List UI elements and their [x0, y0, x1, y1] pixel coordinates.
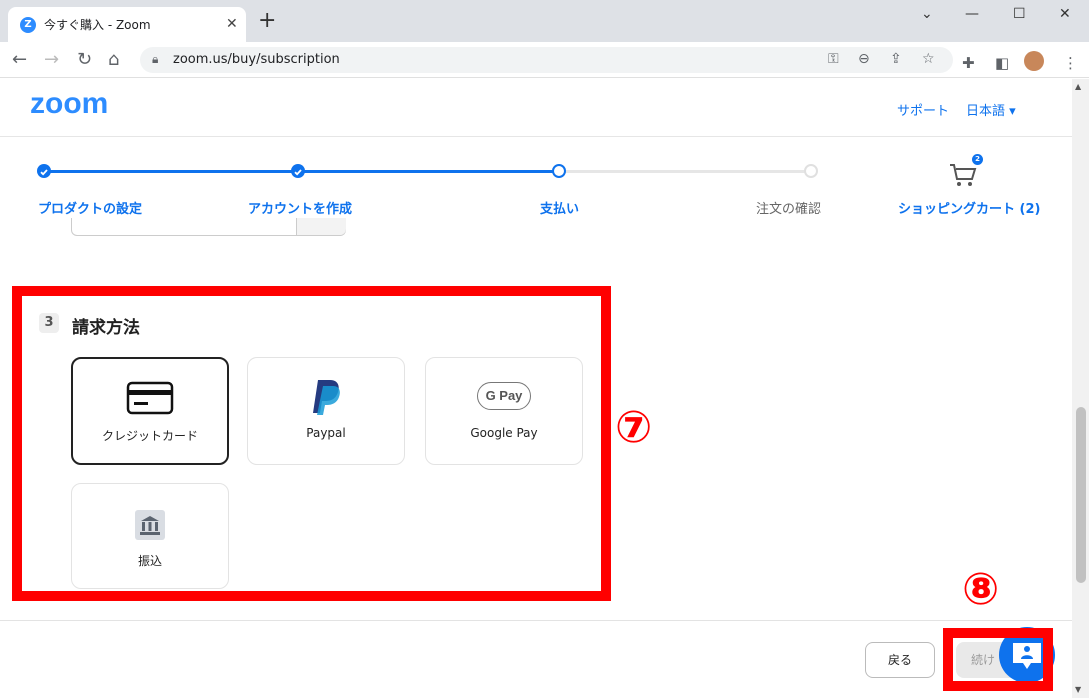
cart-count-badge: 2	[972, 154, 983, 165]
url-text[interactable]: zoom.us/buy/subscription	[173, 52, 340, 67]
shopping-cart-link[interactable]: ショッピングカート (2)	[898, 198, 1040, 217]
annotation-number-seven: ⑦	[615, 402, 653, 453]
stepper-remaining-line	[559, 170, 811, 173]
step-label-review: 注文の確認	[756, 202, 822, 217]
support-link[interactable]: サポート	[897, 100, 949, 119]
tab-close-icon[interactable]: ✕	[226, 16, 238, 32]
step-dot-done	[291, 164, 305, 178]
browser-tab[interactable]: Z 今すぐ購入 - Zoom ✕	[8, 7, 246, 42]
lock-icon: 🔒︎	[152, 52, 159, 66]
step-dot-pending	[804, 164, 818, 178]
home-icon[interactable]: ⌂	[108, 49, 119, 70]
profile-avatar[interactable]	[1024, 51, 1044, 71]
reload-icon[interactable]: ↻	[77, 49, 92, 70]
scrollbar-thumb[interactable]	[1076, 407, 1086, 583]
extensions-puzzle-icon[interactable]: ✚	[962, 54, 975, 72]
page-scrollbar[interactable]: ▲ ▼	[1072, 79, 1089, 698]
step-label-payment: 支払い	[540, 202, 580, 217]
annotation-highlight-box	[943, 628, 1053, 691]
zoom-magnifier-icon[interactable]: ⊖	[858, 51, 870, 67]
forward-arrow-icon[interactable]: →	[44, 49, 59, 70]
scroll-up-icon[interactable]: ▲	[1075, 82, 1081, 91]
shopping-cart-icon[interactable]	[948, 161, 978, 189]
annotation-highlight-box	[12, 286, 611, 601]
scroll-down-icon[interactable]: ▼	[1075, 685, 1081, 694]
side-panel-icon[interactable]: ◧	[995, 54, 1009, 72]
key-icon[interactable]: ⚿	[828, 51, 839, 67]
back-button[interactable]: 戻る	[865, 642, 935, 678]
step-label-account: アカウントを作成	[248, 202, 353, 217]
address-toolbar: ← → ↻ ⌂ 🔒︎ zoom.us/buy/subscription ⚿ ⊖ …	[0, 42, 1089, 78]
previous-field-button[interactable]	[296, 218, 346, 235]
step-label-product: プロダクトの設定	[38, 202, 143, 217]
zoom-favicon-icon: Z	[20, 17, 36, 33]
step-dot-done	[37, 164, 51, 178]
maximize-button[interactable]: ☐	[1013, 6, 1026, 22]
step-dot-current	[552, 164, 566, 178]
tab-title: 今すぐ購入 - Zoom	[44, 18, 151, 32]
bookmark-star-icon[interactable]: ☆	[922, 51, 935, 67]
menu-kebab-icon[interactable]: ⋮	[1063, 54, 1078, 72]
window-close-button[interactable]: ✕	[1059, 6, 1071, 22]
annotation-number-eight: ⑧	[962, 564, 1000, 615]
browser-tab-bar: Z 今すぐ購入 - Zoom ✕ + ⌄ — ☐ ✕	[0, 0, 1089, 42]
share-icon[interactable]: ⇪	[890, 51, 902, 67]
new-tab-button[interactable]: +	[258, 10, 276, 32]
omnibox[interactable]: 🔒︎ zoom.us/buy/subscription ⚿ ⊖ ⇪ ☆	[140, 47, 953, 73]
language-selector[interactable]: 日本語 ▾	[966, 100, 1016, 119]
tab-search-chevron-icon[interactable]: ⌄	[921, 6, 933, 22]
zoom-logo[interactable]: zoom	[30, 87, 108, 121]
back-arrow-icon[interactable]: ←	[12, 49, 27, 70]
minimize-button[interactable]: —	[965, 6, 979, 22]
previous-field-edge[interactable]	[71, 218, 346, 236]
zoom-header: zoom サポート 日本語 ▾	[0, 79, 1072, 137]
